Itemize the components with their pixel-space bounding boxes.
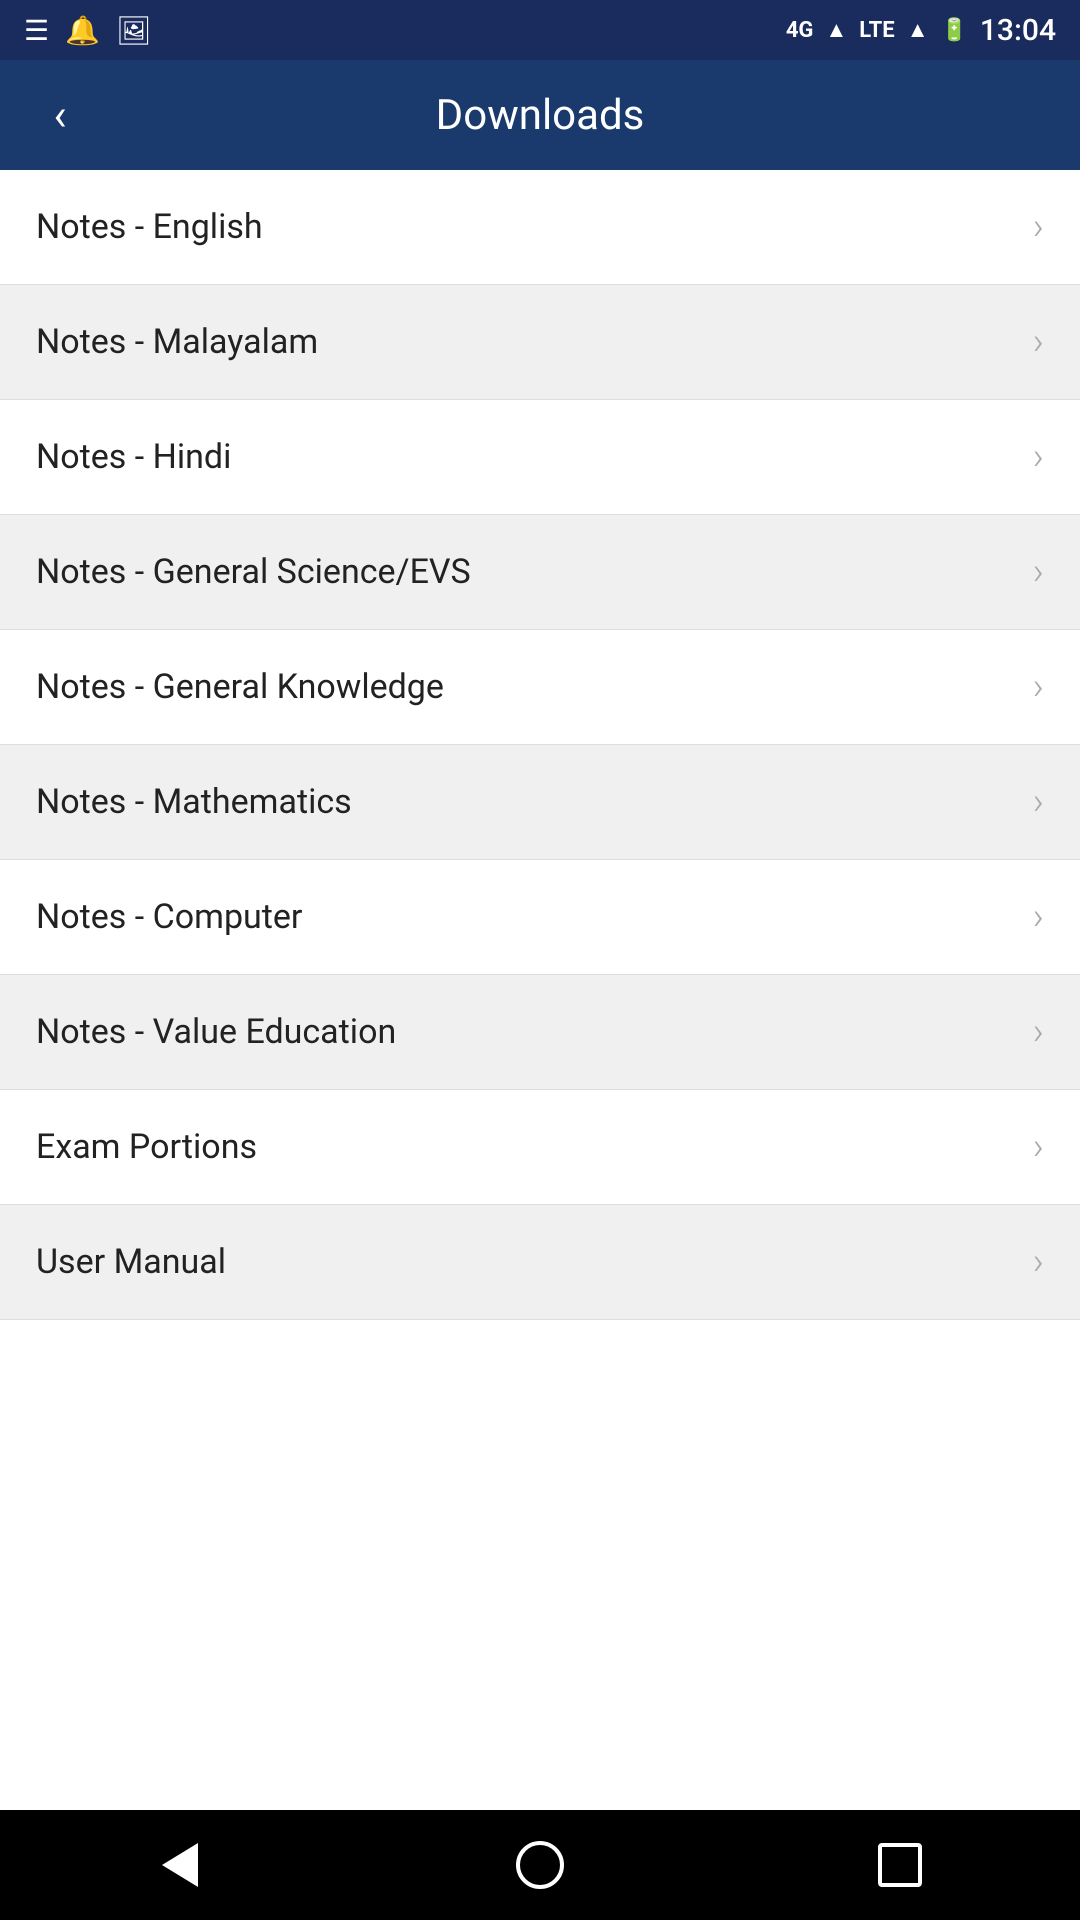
chevron-right-icon: ›: [1033, 550, 1044, 594]
list-item-label: Notes - Value Education: [36, 1012, 396, 1052]
chevron-right-icon: ›: [1033, 320, 1044, 364]
list-item[interactable]: Notes - General Science/EVS ›: [0, 515, 1080, 630]
list-item-label: Notes - Computer: [36, 897, 302, 937]
back-triangle-icon: [162, 1843, 198, 1887]
chevron-right-icon: ›: [1033, 1125, 1044, 1169]
header: ‹ Downloads: [0, 60, 1080, 170]
list-item-label: Notes - General Knowledge: [36, 667, 444, 707]
chevron-right-icon: ›: [1033, 780, 1044, 824]
list-item-label: Notes - General Science/EVS: [36, 552, 471, 592]
list-item-label: Exam Portions: [36, 1127, 257, 1167]
back-button[interactable]: ‹: [30, 85, 90, 145]
list-item-label: Notes - English: [36, 207, 263, 247]
chevron-right-icon: ›: [1033, 665, 1044, 709]
list-item[interactable]: Notes - Malayalam ›: [0, 285, 1080, 400]
list-item[interactable]: Notes - Hindi ›: [0, 400, 1080, 515]
chevron-right-icon: ›: [1033, 895, 1044, 939]
lte-label: LTE: [859, 18, 894, 43]
status-bar: ☰ 🔔 🖼 4G ▲ LTE ▲ 🔋 13:04: [0, 0, 1080, 60]
signal-icon-2: ▲: [907, 17, 929, 43]
status-time: 13:04: [980, 13, 1056, 48]
bottom-navigation: [0, 1810, 1080, 1920]
downloads-list: Notes - English›Notes - Malayalam›Notes …: [0, 170, 1080, 1810]
list-item-label: Notes - Mathematics: [36, 782, 352, 822]
status-bar-left: ☰ 🔔 🖼: [24, 14, 152, 47]
chevron-right-icon: ›: [1033, 435, 1044, 479]
signal-icon: ▲: [825, 17, 847, 43]
list-item[interactable]: User Manual ›: [0, 1205, 1080, 1320]
recent-square-icon: [878, 1843, 922, 1887]
menu-icon: ☰: [24, 14, 49, 47]
list-item-label: Notes - Malayalam: [36, 322, 318, 362]
list-item[interactable]: Notes - Mathematics ›: [0, 745, 1080, 860]
list-item[interactable]: Exam Portions ›: [0, 1090, 1080, 1205]
list-item[interactable]: Notes - General Knowledge ›: [0, 630, 1080, 745]
chevron-right-icon: ›: [1033, 205, 1044, 249]
list-item[interactable]: Notes - Value Education ›: [0, 975, 1080, 1090]
nav-back-button[interactable]: [140, 1825, 220, 1905]
list-item-label: User Manual: [36, 1242, 226, 1282]
chevron-right-icon: ›: [1033, 1240, 1044, 1284]
notification-icon: 🔔: [65, 14, 100, 47]
image-icon: 🖼: [116, 14, 152, 47]
status-bar-right: 4G ▲ LTE ▲ 🔋 13:04: [786, 13, 1056, 48]
list-item[interactable]: Notes - English ›: [0, 170, 1080, 285]
chevron-right-icon: ›: [1033, 1010, 1044, 1054]
network-4g-label: 4G: [786, 18, 814, 43]
nav-recent-button[interactable]: [860, 1825, 940, 1905]
battery-icon: 🔋: [940, 18, 967, 43]
list-item[interactable]: Notes - Computer ›: [0, 860, 1080, 975]
nav-home-button[interactable]: [500, 1825, 580, 1905]
page-title: Downloads: [436, 91, 645, 140]
home-circle-icon: [516, 1841, 564, 1889]
list-item-label: Notes - Hindi: [36, 437, 231, 477]
